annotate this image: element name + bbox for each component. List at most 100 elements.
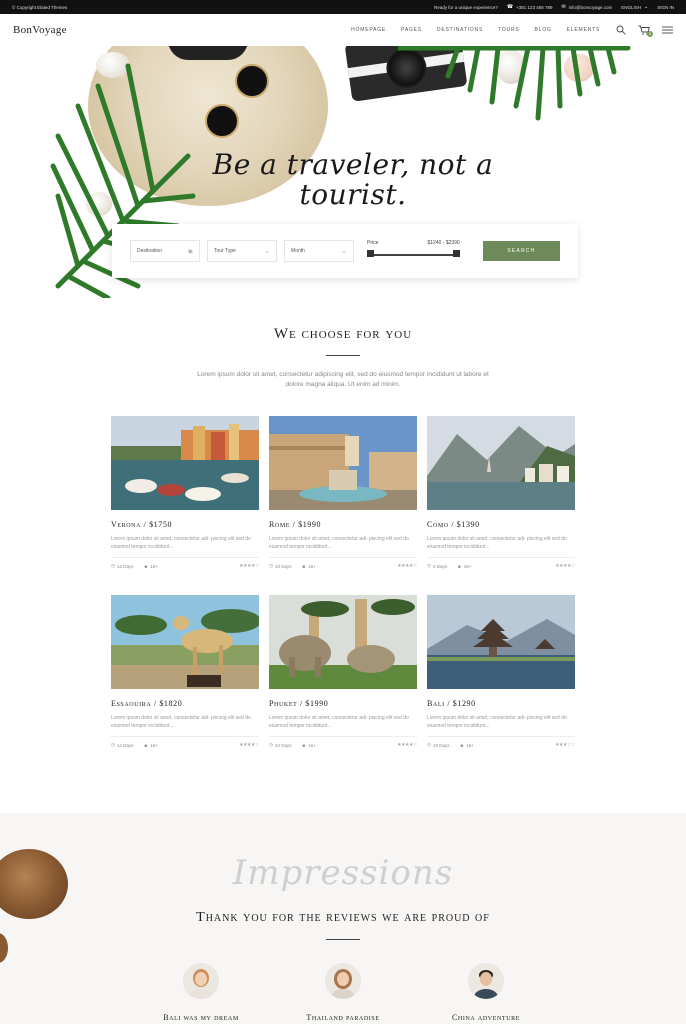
duration: ◷ 6 Days [427,563,447,569]
review-title: Bali was my dream [163,1013,239,1022]
user-icon: ☻ [143,563,149,569]
duration: ◷ 14 Days [111,742,133,748]
tour-card-phuket[interactable]: Phuket / $1990 Lorem ipsum dolor sit ame… [269,595,417,748]
avatar [183,963,219,999]
tour-title[interactable]: Rome / $1990 [269,520,417,529]
tour-excerpt: Lorem ipsum dolor sit amet, consectetur … [111,536,251,550]
tour-meta: ◷ 14 Days ☻ 16+ ★★★★☆ [111,736,259,748]
min-age: ☻ 16+ [143,564,157,569]
tour-type-select[interactable]: Tour Type ⌄ [207,240,278,262]
language-label: ENGLISH [621,4,642,10]
copyright-text: © Copyright Elated Themes [12,4,68,10]
palm-leaf-right [398,46,631,121]
tour-card-bali[interactable]: Bali / $1290 Lorem ipsum dolor sit amet,… [427,595,575,748]
clock-icon: ◷ [269,563,273,568]
section-description: Lorem ipsum dolor sit amet, consectetur … [197,371,489,388]
nav-elements[interactable]: ELEMENTS [567,27,600,33]
rating-stars: ★★★★☆ [397,563,417,569]
avatar [468,963,504,999]
hero-tagline: Be a traveler, not a tourist. [212,148,494,211]
duration: ◷ 13 Days [111,563,133,569]
header-icons: 0 [616,25,673,37]
main-header: BonVoyage HOMEPAGE PAGES DESTINATIONS TO… [0,14,686,46]
tour-title[interactable]: Essaouira / $1820 [111,699,259,708]
phone-icon: ☎ [506,4,514,10]
email-item[interactable]: ✉ info@bonvoyage.com [561,4,612,10]
tour-search-form: Destination ◉ Tour Type ⌄ Month ⌄ Price … [112,224,578,278]
top-bar: © Copyright Elated Themes Ready for a un… [0,0,686,14]
user-icon: ☻ [143,742,149,748]
cart-button[interactable]: 0 [638,25,653,37]
rating-stars: ★★★★☆ [555,563,575,569]
nav-blog[interactable]: BLOG [535,27,552,33]
nav-homepage[interactable]: HOMEPAGE [351,27,386,33]
destination-input[interactable]: Destination ◉ [130,240,201,262]
coconut-piece-image [0,933,8,963]
rating-stars: ★★★☆☆ [555,742,575,748]
tour-image-rome[interactable] [269,416,417,510]
search-button[interactable]: SEARCH [482,241,560,261]
clock-icon: ◷ [427,742,431,747]
review-title: China adventure [452,1013,520,1022]
phone-item[interactable]: ☎ +381 123 456 789 [507,4,553,10]
top-tagline: Ready for a unique experience? [434,4,498,10]
phone-text: +381 123 456 789 [516,4,553,10]
duration-text: 14 Days [116,742,134,748]
clock-icon: ◷ [427,563,431,568]
tour-card-essaouira[interactable]: Essaouira / $1820 Lorem ipsum dolor sit … [111,595,259,748]
tour-type-label: Tour Type [214,248,236,254]
destination-placeholder: Destination [137,248,163,254]
review-title: Thailand paradise [306,1013,380,1022]
slider-handle-max[interactable] [452,250,460,257]
slider-handle-min[interactable] [367,250,375,257]
tour-image-phuket[interactable] [269,595,417,689]
min-age: ☻ 16+ [301,743,315,748]
search-icon[interactable] [616,25,626,35]
duration: ◷ 24 Days [269,742,291,748]
rating-stars: ★★★★☆ [239,563,259,569]
chevron-down-icon: ⌄ [644,4,649,10]
nav-pages[interactable]: PAGES [401,27,422,33]
clock-icon: ◷ [111,742,115,747]
tour-title[interactable]: Bali / $1290 [427,699,575,708]
nav-destinations[interactable]: DESTINATIONS [437,27,483,33]
site-logo[interactable]: BonVoyage [13,24,351,36]
price-range-slider[interactable]: Price $1240 - $2390 [367,240,460,262]
tour-title[interactable]: Phuket / $1990 [269,699,417,708]
tour-title[interactable]: Verona / $1750 [111,520,259,529]
clock-icon: ◷ [269,742,273,747]
min-age: ☻ 16+ [301,564,315,569]
chevron-down-icon: ⌄ [264,248,271,255]
avatar [325,963,361,999]
tour-meta: ◷ 10 Days ☻ 16+ ★★★★☆ [269,557,417,569]
duration-text: 10 Days [274,563,292,569]
tour-image-bali[interactable] [427,595,575,689]
language-select[interactable]: ENGLISH ⌄ [621,4,648,10]
duration-text: 10 Days [432,742,450,748]
signin-link[interactable]: SIGN IN [657,5,674,10]
rating-stars: ★★★★☆ [397,742,417,748]
tour-excerpt: Lorem ipsum dolor sit amet, consectetur … [269,536,409,550]
tour-card-rome[interactable]: Rome / $1990 Lorem ipsum dolor sit amet,… [269,416,417,569]
title-divider [326,355,360,356]
min-age-text: 16+ [463,563,472,569]
duration-text: 6 Days [432,563,447,569]
menu-icon[interactable] [662,26,673,34]
min-age-text: 16+ [150,563,158,569]
tour-meta: ◷ 13 Days ☻ 16+ ★★★★☆ [111,557,259,569]
tour-image-verona[interactable] [111,416,259,510]
tour-card-verona[interactable]: Verona / $1750 Lorem ipsum dolor sit ame… [111,416,259,569]
tour-excerpt: Lorem ipsum dolor sit amet, consectetur … [111,715,251,729]
tour-image-como[interactable] [427,416,575,510]
tour-image-essaouira[interactable] [111,595,259,689]
review-item: Bali was my dream [131,963,271,1022]
rating-stars: ★★★★☆ [239,742,259,748]
nav-tours[interactable]: TOURS [498,27,519,33]
user-icon: ☻ [459,742,465,748]
mail-icon: ✉ [561,4,566,10]
tour-card-como[interactable]: Como / $1390 Lorem ipsum dolor sit amet,… [427,416,575,569]
tour-title[interactable]: Como / $1390 [427,520,575,529]
month-select[interactable]: Month ⌄ [284,240,355,262]
user-icon: ☻ [301,563,307,569]
min-age: ☻ 16+ [459,743,473,748]
